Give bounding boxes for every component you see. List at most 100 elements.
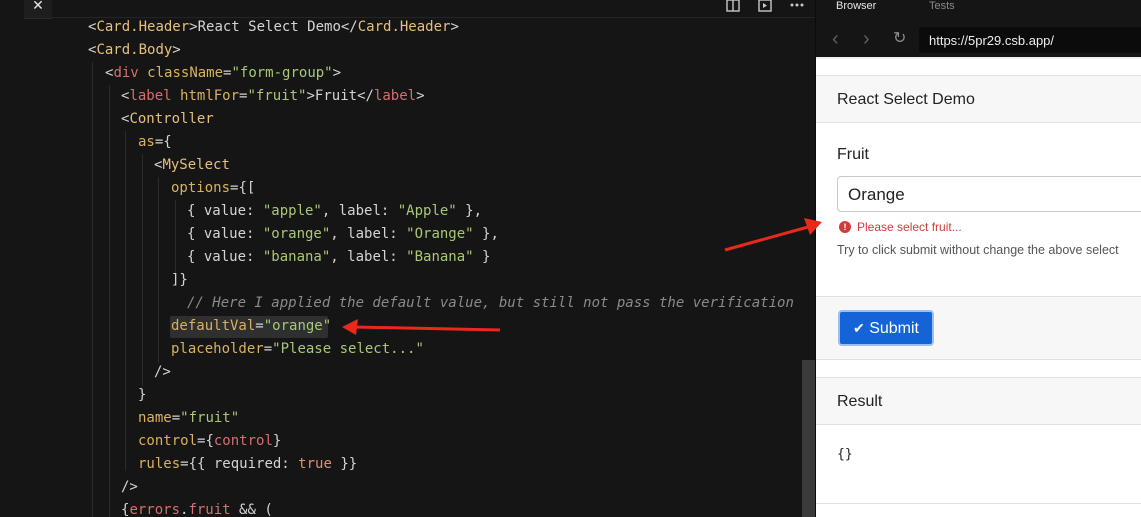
code-token: "Banana" bbox=[406, 249, 474, 265]
code-line: ]} bbox=[171, 269, 188, 292]
code-line: <Card.Header>React Select Demo</Card.Hea… bbox=[88, 16, 459, 39]
fruit-select[interactable]: Orange bbox=[837, 176, 1141, 212]
code-token: > bbox=[416, 88, 425, 104]
code-token: "banana" bbox=[262, 249, 331, 265]
code-line: options={[ bbox=[171, 177, 255, 200]
code-token: name bbox=[138, 410, 172, 426]
code-line: <Controller bbox=[121, 108, 214, 131]
card-bottom-border bbox=[816, 503, 1141, 504]
code-line: placeholder="Please select..." bbox=[171, 338, 424, 361]
code-line: name="fruit" bbox=[138, 407, 239, 430]
red-arrow-annotation bbox=[342, 319, 501, 335]
code-token: } bbox=[272, 433, 282, 449]
code-token: /> bbox=[154, 364, 171, 380]
card-header: React Select Demo bbox=[816, 75, 1141, 123]
editor-scrollbar[interactable] bbox=[802, 360, 816, 517]
code-token: errors bbox=[129, 502, 181, 517]
code-token: control bbox=[138, 433, 198, 449]
code-token: ={ bbox=[154, 134, 172, 150]
code-token: { value: bbox=[187, 249, 263, 265]
preview-page bbox=[816, 59, 1141, 517]
more-options-icon[interactable] bbox=[790, 0, 804, 12]
code-token: /> bbox=[121, 479, 138, 495]
code-token: Controller bbox=[129, 111, 214, 127]
code-token: MySelect bbox=[162, 157, 230, 173]
indent-guide bbox=[142, 154, 143, 386]
code-token: && ( bbox=[230, 502, 273, 517]
code-token: { value: bbox=[187, 226, 263, 242]
code-token: as bbox=[138, 134, 155, 150]
code-token: "orange" bbox=[263, 318, 332, 334]
red-arrow-annotation bbox=[724, 218, 822, 252]
code-token: "Please select..." bbox=[272, 341, 424, 357]
indent-guide bbox=[92, 62, 93, 517]
code-token: ={{ required: bbox=[180, 456, 299, 472]
indent-guide bbox=[109, 85, 110, 517]
code-token: "orange" bbox=[262, 226, 331, 242]
url-text: https://5pr29.csb.app/ bbox=[929, 33, 1055, 48]
indent-guide bbox=[158, 177, 159, 363]
result-title: Result bbox=[837, 393, 883, 410]
tab-tests[interactable]: Tests bbox=[929, 0, 955, 12]
code-token: ]} bbox=[171, 272, 188, 288]
code-token: ={[ bbox=[230, 180, 256, 196]
code-token: = bbox=[171, 410, 181, 426]
code-editor[interactable]: ✕ <Card.Header>React Select Demo</Card.H… bbox=[0, 0, 816, 517]
code-token: "Orange" bbox=[406, 226, 474, 242]
code-token: , label: bbox=[330, 249, 407, 265]
close-tab-icon[interactable]: ✕ bbox=[24, 0, 52, 19]
code-token: className bbox=[147, 65, 224, 81]
code-token: , label: bbox=[321, 203, 398, 219]
code-line: { value: "apple", label: "Apple" }, bbox=[187, 200, 482, 223]
code-token: Card.Body bbox=[96, 42, 173, 58]
forward-icon[interactable]: › bbox=[863, 29, 870, 49]
code-token: div bbox=[113, 65, 139, 81]
code-line: /> bbox=[121, 476, 138, 499]
code-line: } bbox=[138, 384, 146, 407]
submit-button[interactable]: ✔ Submit bbox=[838, 310, 934, 346]
code-token: "fruit" bbox=[247, 88, 307, 104]
code-token: control bbox=[213, 433, 273, 449]
code-token: > bbox=[332, 65, 342, 81]
back-icon[interactable]: ‹ bbox=[832, 29, 839, 49]
code-token: rules bbox=[138, 456, 181, 472]
preview-icon[interactable] bbox=[758, 0, 772, 12]
code-token: label bbox=[129, 88, 172, 104]
code-line: rules={{ required: true }} bbox=[138, 453, 357, 476]
fruit-label: Fruit bbox=[837, 146, 869, 163]
code-token: }, bbox=[473, 226, 499, 242]
code-line: control={control} bbox=[138, 430, 281, 453]
code-token: htmlFor bbox=[180, 88, 240, 104]
error-icon: ! bbox=[839, 221, 851, 233]
code-token: > bbox=[172, 42, 181, 58]
code-token: label bbox=[373, 88, 417, 104]
browser-tab-bar: Browser Tests bbox=[816, 0, 1141, 17]
code-line: <Card.Body> bbox=[88, 39, 181, 62]
hint-text: Try to click submit without change the a… bbox=[837, 243, 1119, 257]
code-token: }} bbox=[331, 456, 358, 472]
indent-guide bbox=[125, 131, 126, 471]
code-line: defaultVal="orange" bbox=[171, 315, 331, 338]
code-token: Card.Header bbox=[96, 19, 190, 35]
code-line: // Here I applied the default value, but… bbox=[187, 292, 794, 315]
split-editor-icon[interactable] bbox=[726, 0, 740, 12]
code-token: "apple" bbox=[262, 203, 322, 219]
result-output: {} bbox=[837, 447, 853, 462]
code-line: /> bbox=[154, 361, 171, 384]
code-token: // Here I applied the default value, but… bbox=[187, 295, 794, 311]
code-token: > bbox=[450, 19, 459, 35]
tab-browser[interactable]: Browser bbox=[836, 0, 876, 12]
code-token: placeholder bbox=[171, 341, 264, 357]
card-title: React Select Demo bbox=[837, 91, 975, 108]
code-token: true bbox=[298, 456, 332, 472]
fruit-select-value: Orange bbox=[848, 185, 905, 204]
code-token: } bbox=[473, 249, 491, 265]
code-token: options bbox=[171, 180, 231, 196]
code-token: = bbox=[263, 341, 273, 357]
code-token: "Apple" bbox=[397, 203, 457, 219]
editor-topbar: ✕ bbox=[0, 0, 816, 19]
browser-panel: Browser Tests ‹ › ↻ https://5pr29.csb.ap… bbox=[816, 0, 1141, 517]
reload-icon[interactable]: ↻ bbox=[893, 31, 906, 47]
code-token: Card.Header bbox=[357, 19, 451, 35]
